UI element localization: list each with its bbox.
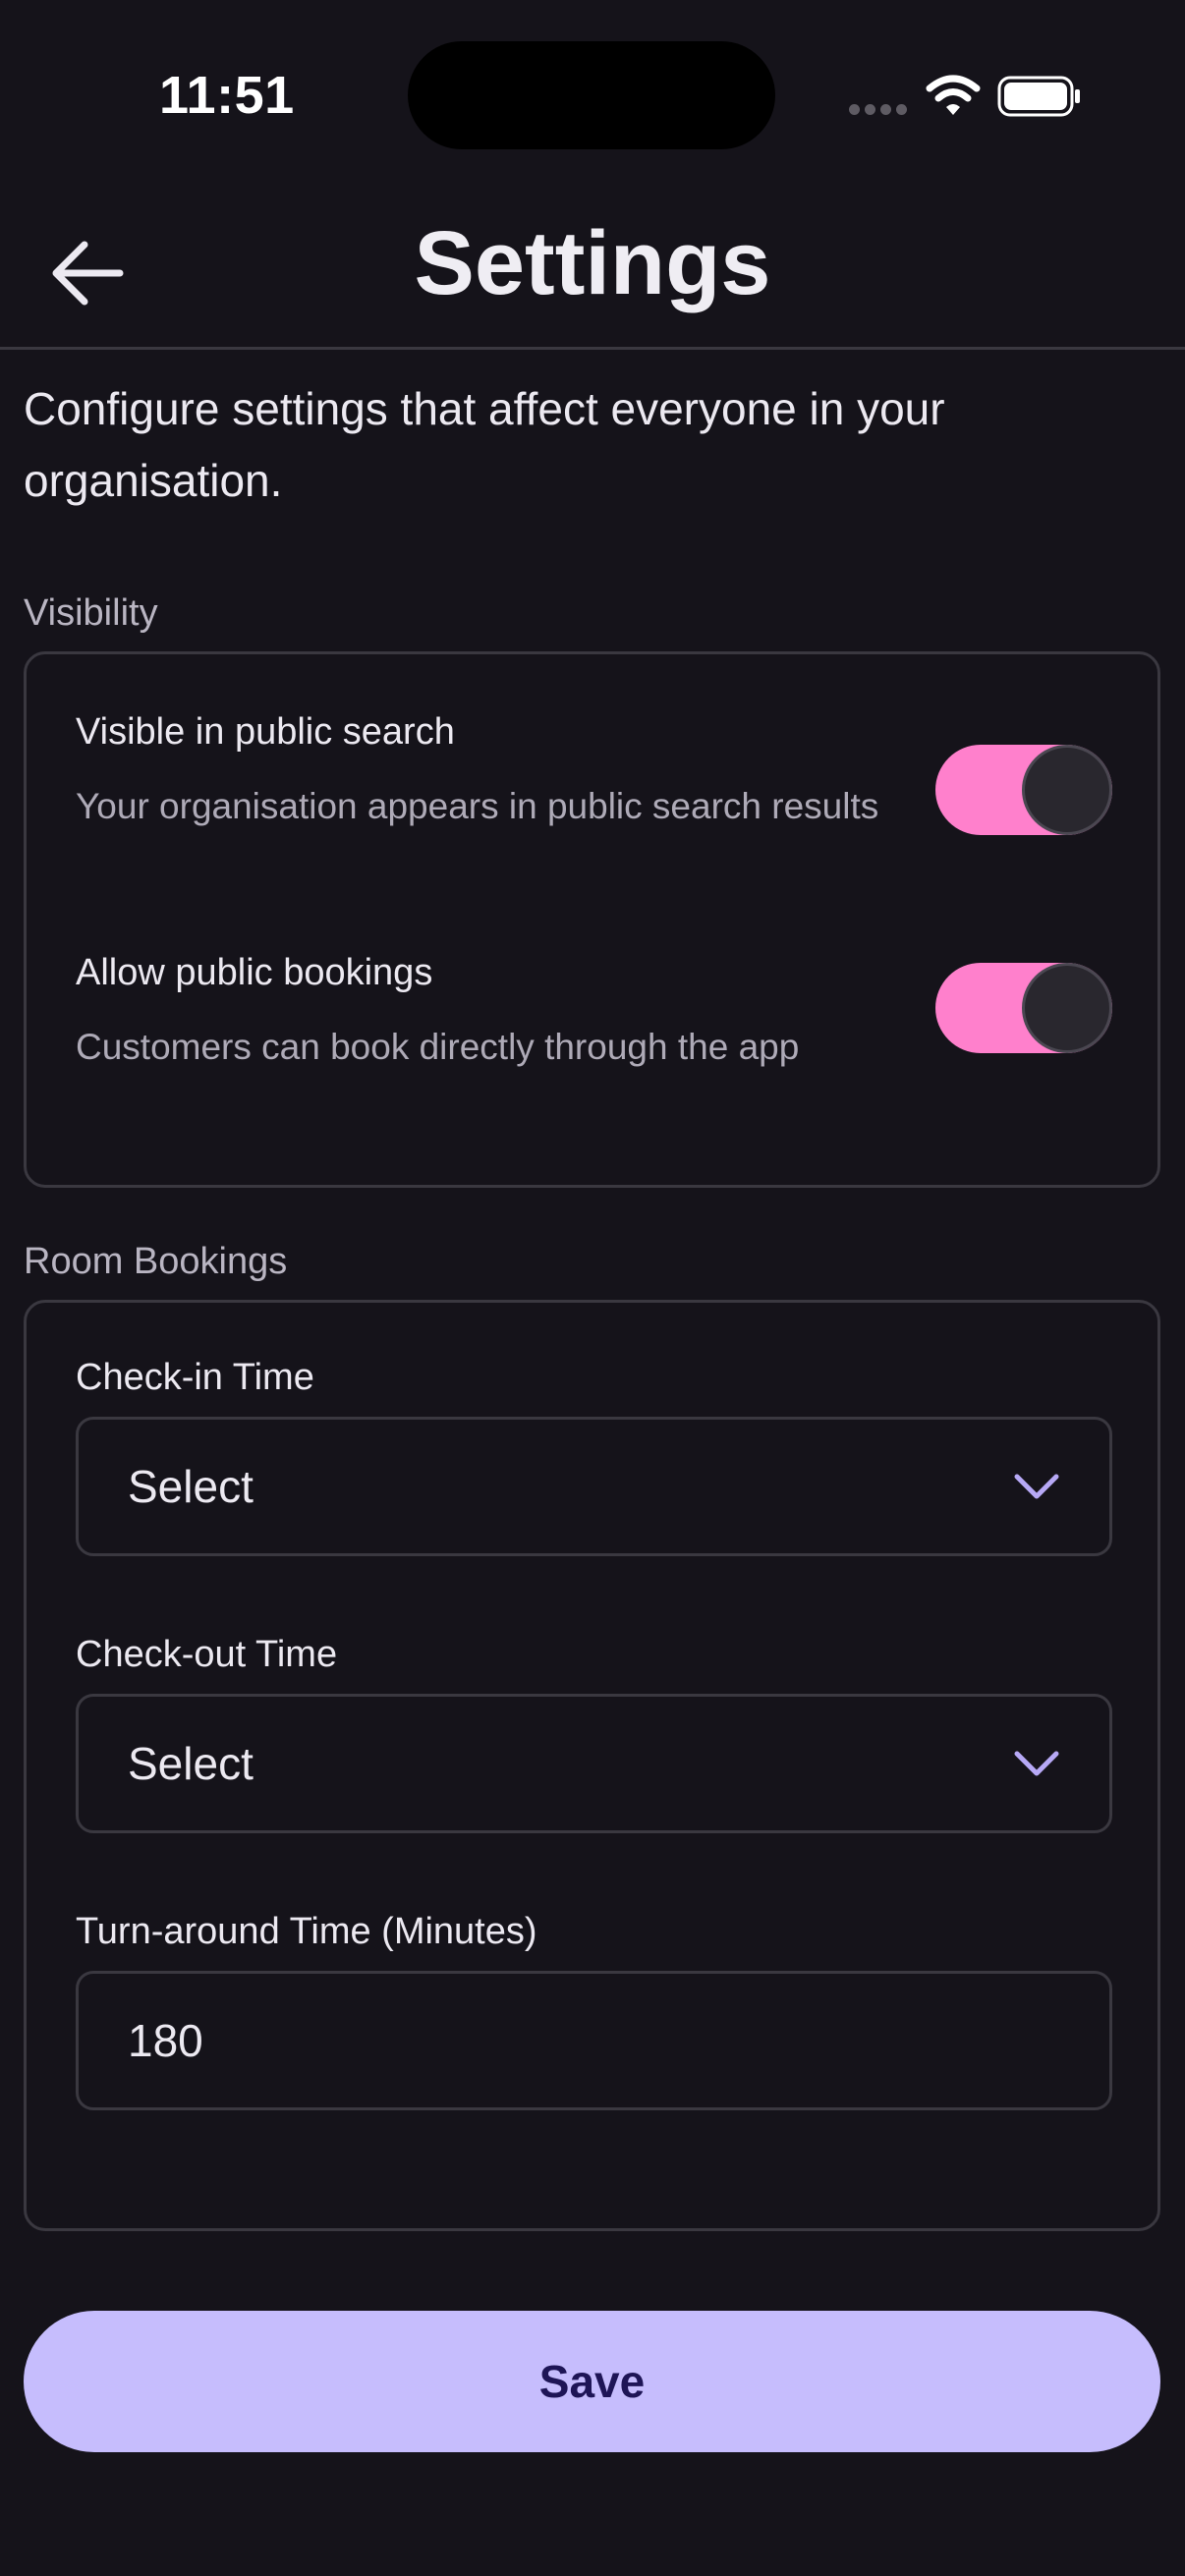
toggle-knob [1022,963,1112,1053]
toggle-knob [1022,745,1112,835]
chevron-down-icon [1014,1474,1059,1499]
page-title: Settings [414,213,771,313]
status-bar: 11:51 [0,0,1185,196]
turnaround-label: Turn-around Time (Minutes) [76,1911,537,1952]
settings-screen: 11:51 Settings Configure settings that a… [0,0,1185,2576]
turnaround-input-wrapper [76,1971,1112,2110]
save-button[interactable]: Save [24,2311,1160,2452]
section-label-visibility: Visibility [24,592,158,634]
setting-description: Your organisation appears in public sear… [76,786,879,826]
wifi-icon [926,75,981,115]
signal-dots-icon [849,104,907,115]
status-time: 11:51 [159,66,295,125]
visibility-card: Visible in public search Your organisati… [24,651,1160,1188]
header-bar: Settings [0,196,1185,350]
intro-text: Configure settings that affect everyone … [24,383,945,506]
select-value: Select [128,1738,254,1789]
check-in-select[interactable]: Select [76,1417,1112,1556]
visible-in-search-toggle[interactable] [935,745,1112,835]
room-bookings-card: Check-in Time Select Check-out Time Sele… [24,1300,1160,2231]
setting-description: Customers can book directly through the … [76,1027,800,1067]
allow-public-bookings-toggle[interactable] [935,963,1112,1053]
section-label-room-bookings: Room Bookings [24,1241,288,1282]
check-in-label: Check-in Time [76,1357,314,1398]
battery-icon [997,76,1080,117]
select-value: Select [128,1461,254,1512]
check-out-label: Check-out Time [76,1634,338,1675]
turnaround-input[interactable] [79,1974,1109,2107]
dynamic-island [408,41,775,149]
check-out-select[interactable]: Select [76,1694,1112,1833]
chevron-down-icon [1014,1751,1059,1776]
